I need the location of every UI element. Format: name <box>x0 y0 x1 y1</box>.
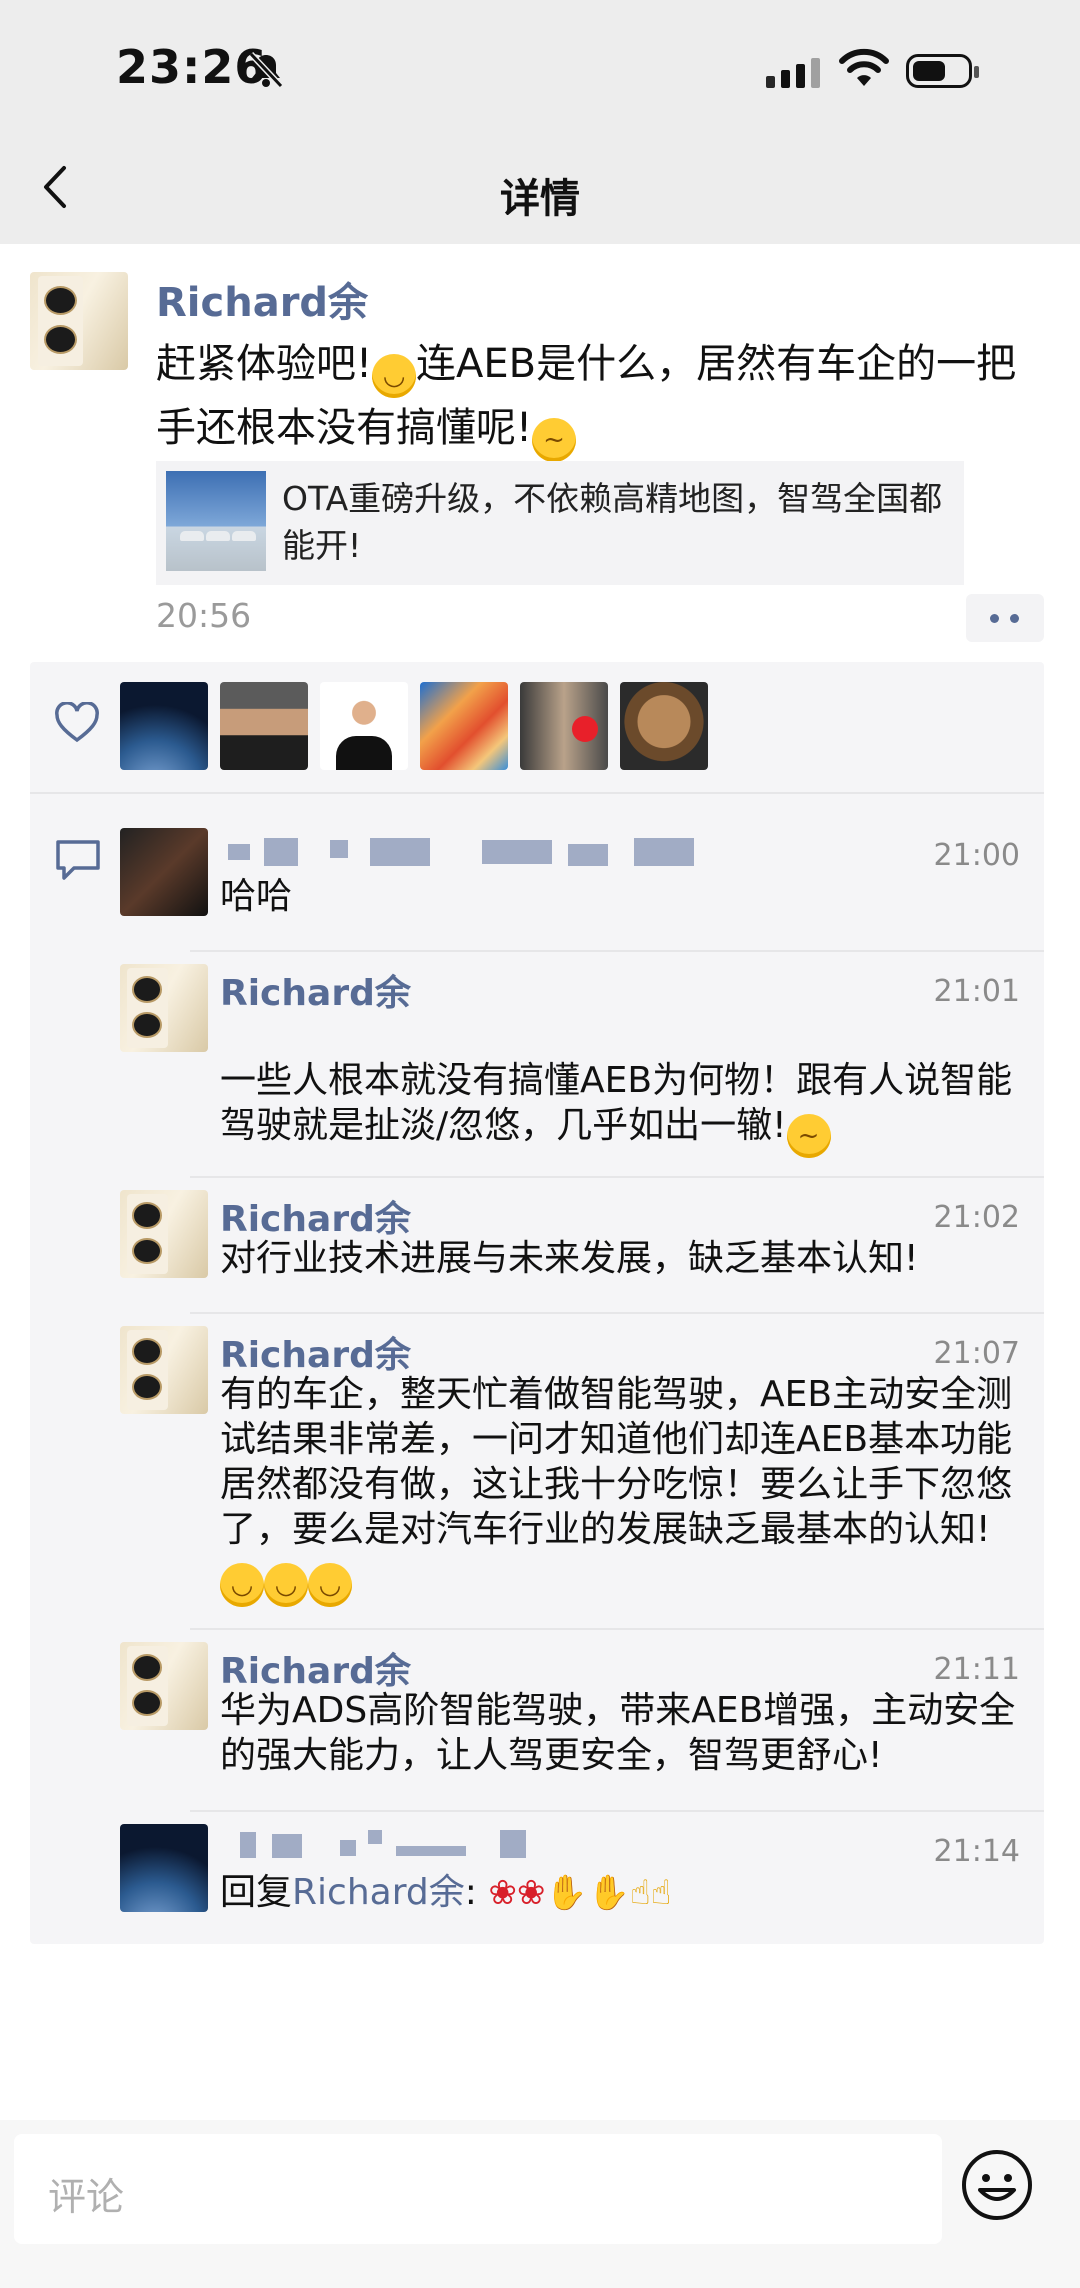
thumbs-up-emoji: ☝ <box>650 1873 672 1913</box>
grin-emoji: ◡ <box>372 354 417 398</box>
comment-name[interactable]: Richard余 <box>220 1190 411 1242</box>
heart-icon <box>55 702 99 743</box>
like-avatar[interactable] <box>220 682 308 770</box>
divider <box>190 1628 1044 1630</box>
comment-bubble-icon <box>56 840 100 880</box>
page-title: 详情 <box>500 176 580 222</box>
rose-emoji: ❀ <box>516 1873 546 1913</box>
thinking-emoji: ~ <box>532 418 577 462</box>
comment-text: 一些人根本就没有搞懂AEB为何物！跟有人说智能驾驶就是扯淡/忽悠，几乎如出一辙!… <box>220 1058 1020 1158</box>
comment-avatar[interactable] <box>120 1642 208 1730</box>
divider <box>190 1810 1044 1812</box>
comment-bar: 评论 <box>0 2120 1080 2288</box>
comment-time: 21:01 <box>933 974 1020 1009</box>
comment-item[interactable]: 21:14 回复Richard余: ❀❀✋✋☝☝ <box>120 1824 1020 1920</box>
divider <box>190 950 1044 952</box>
comment-text: 华为ADS高阶智能驾驶，带来AEB增强，主动安全的强大能力，让人驾更安全，智驾更… <box>220 1690 1016 1776</box>
comment-avatar[interactable] <box>120 1326 208 1414</box>
comment-avatar[interactable] <box>120 1824 208 1912</box>
comment-item[interactable]: Richard余 21:02 对行业技术进展与未来发展，缺乏基本认知! <box>120 1190 1020 1280</box>
comment-placeholder: 评论 <box>48 2175 125 2219</box>
thumbs-up-emoji: ☝ <box>630 1873 651 1913</box>
like-avatar[interactable] <box>120 682 208 770</box>
comment-time: 21:11 <box>933 1652 1020 1687</box>
comment-name[interactable]: Richard余 <box>220 964 411 1016</box>
post-text-part1: 赶紧体验吧! <box>156 341 373 387</box>
post-text: 赶紧体验吧! ◡ 连AEB是什么，居然有车企的一把手还根本没有搞懂呢! ~ <box>156 334 1036 462</box>
link-thumbnail <box>166 471 266 571</box>
comment-name[interactable]: Richard余 <box>220 1642 411 1694</box>
comment-text: 哈哈 <box>220 876 293 917</box>
smiley-icon[interactable] <box>960 2148 1034 2222</box>
battery-icon <box>906 54 979 88</box>
grin-emoji: ◡ <box>308 1563 352 1607</box>
rose-emoji: ❀ <box>488 1873 517 1913</box>
like-avatar[interactable] <box>520 682 608 770</box>
post-author-name[interactable]: Richard余 <box>156 270 368 328</box>
divider <box>30 792 1044 794</box>
author-avatar[interactable] <box>30 272 128 370</box>
link-title: OTA重磅升级，不依赖高精地图，智驾全国都能开! <box>282 479 943 565</box>
comment-time: 21:07 <box>933 1336 1020 1371</box>
status-time: 23:26 <box>116 40 268 94</box>
thinking-emoji: ~ <box>786 1114 831 1158</box>
comment-item[interactable]: Richard余 21:01 一些人根本就没有搞懂AEB为何物！跟有人说智能驾驶… <box>120 964 1020 1158</box>
comment-name-redacted[interactable] <box>220 834 700 870</box>
like-avatar[interactable] <box>320 682 408 770</box>
likes-row <box>30 662 1044 792</box>
like-avatar[interactable] <box>420 682 508 770</box>
comment-text: 有的车企，整天忙着做智能驾驶，AEB主动安全测试结果非常差，一问才知道他们却连A… <box>220 1372 1020 1607</box>
comment-name[interactable]: Richard余 <box>220 1326 411 1378</box>
wifi-icon <box>839 48 889 86</box>
comment-text: 回复Richard余: ❀❀✋✋☝☝ <box>220 1872 672 1913</box>
divider <box>190 1312 1044 1314</box>
shared-link-card[interactable]: OTA重磅升级，不依赖高精地图，智驾全国都能开! <box>156 461 964 585</box>
mute-bell-icon <box>248 51 284 89</box>
comment-item[interactable]: Richard余 21:11 华为ADS高阶智能驾驶，带来AEB增强，主动安全的… <box>120 1642 1020 1778</box>
grin-emoji: ◡ <box>220 1563 264 1607</box>
comment-item[interactable]: 21:00 哈哈 <box>120 828 1020 924</box>
praying-hands-emoji: ✋ <box>545 1873 588 1913</box>
interaction-panel: 21:00 哈哈 Richard余 21:01 一些人根本就没有搞懂AEB为何物… <box>30 662 1044 1944</box>
comment-item[interactable]: Richard余 21:07 有的车企，整天忙着做智能驾驶，AEB主动安全测试结… <box>120 1326 1020 1607</box>
post-time: 20:56 <box>156 596 252 635</box>
comment-avatar[interactable] <box>120 964 208 1052</box>
comment-input[interactable]: 评论 <box>14 2134 942 2244</box>
grin-emoji: ◡ <box>264 1563 308 1607</box>
comment-text: 对行业技术进展与未来发展，缺乏基本认知! <box>220 1238 919 1279</box>
comment-time: 21:14 <box>933 1834 1020 1869</box>
comment-avatar[interactable] <box>120 1190 208 1278</box>
top-bar: 23:26 详情 <box>0 0 1080 244</box>
praying-hands-emoji: ✋ <box>587 1873 631 1913</box>
cellular-signal-icon <box>766 58 826 92</box>
like-avatar[interactable] <box>620 682 708 770</box>
comment-time: 21:00 <box>933 838 1020 873</box>
comment-name-redacted[interactable] <box>220 1826 540 1862</box>
divider <box>190 1176 1044 1178</box>
comment-time: 21:02 <box>933 1200 1020 1235</box>
more-actions-button[interactable] <box>966 594 1044 642</box>
reply-to-name[interactable]: Richard余 <box>292 1872 465 1913</box>
comment-avatar[interactable] <box>120 828 208 916</box>
